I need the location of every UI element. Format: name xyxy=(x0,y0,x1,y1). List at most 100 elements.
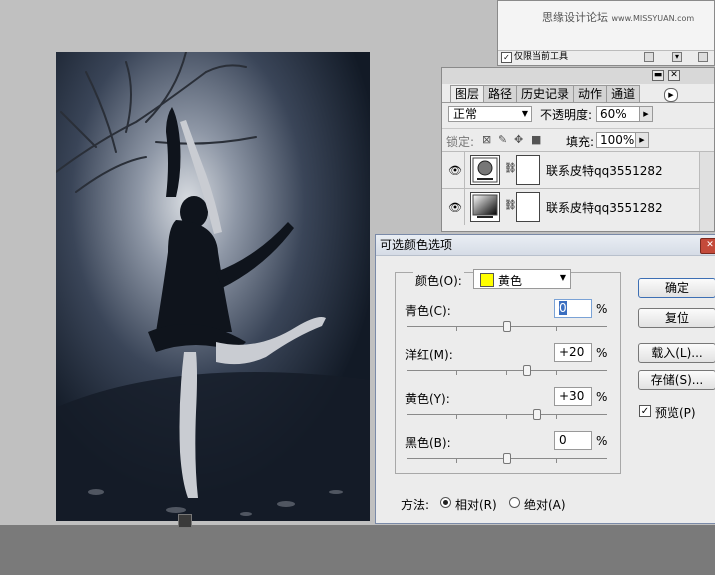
absolute-radio[interactable] xyxy=(509,497,520,508)
absolute-label: 绝对(A) xyxy=(524,498,566,512)
tabs-divider xyxy=(442,102,714,103)
slider-tick xyxy=(556,327,557,331)
black-label: 黑色(B): xyxy=(405,436,451,450)
slider-tick xyxy=(556,371,557,375)
chevron-down-icon: ▼ xyxy=(521,109,528,118)
opacity-slider-arrow-icon[interactable]: ▶ xyxy=(639,106,653,122)
percent-sign: % xyxy=(596,390,608,404)
current-tool-only-checkbox[interactable]: ✓ xyxy=(501,52,512,63)
chevron-down-icon: ▼ xyxy=(559,273,566,282)
lock-fill-row: 锁定: ⊠ ✎ ✥ ■ 填充: 100% ▶ xyxy=(442,128,714,151)
minimize-icon[interactable]: ▬ xyxy=(652,70,664,81)
blend-mode-value: 正常 xyxy=(453,107,478,121)
layer-mask-thumbnail[interactable] xyxy=(516,192,540,222)
yellow-input[interactable]: +30 xyxy=(554,387,592,406)
magenta-input[interactable]: +20 xyxy=(554,343,592,362)
fill-label: 填充: xyxy=(566,135,595,149)
link-chain-icon[interactable]: ⛓ xyxy=(504,163,517,174)
current-tool-only-label: 仅限当前工具 xyxy=(514,52,569,62)
black-slider-thumb[interactable] xyxy=(503,453,511,464)
panel-tabs: 图层 路径 历史记录 动作 通道 xyxy=(450,85,641,102)
lock-label: 锁定: xyxy=(446,135,475,149)
slider-tick xyxy=(456,327,457,331)
tab-history[interactable]: 历史记录 xyxy=(516,85,575,102)
visibility-eye-icon[interactable]: 👁 xyxy=(448,164,462,177)
slider-tick xyxy=(556,415,557,419)
fill-input[interactable]: 100% xyxy=(596,132,636,148)
opacity-input[interactable]: 60% xyxy=(596,106,640,122)
layers-panel: ▬ ✕ 图层 路径 历史记录 动作 通道 ▶ 正常 ▼ 不透明度: 60% ▶ … xyxy=(441,67,715,232)
yellow-slider-thumb[interactable] xyxy=(533,409,541,420)
link-chain-icon[interactable]: ⛓ xyxy=(504,200,517,211)
tab-actions[interactable]: 动作 xyxy=(573,85,608,102)
fill-slider-arrow-icon[interactable]: ▶ xyxy=(635,132,649,148)
watermark: 思缘设计论坛 www.MISSYUAN.com xyxy=(542,11,695,24)
colors-label: 颜色(O): xyxy=(413,272,464,289)
tab-layers[interactable]: 图层 xyxy=(450,85,485,102)
reset-button[interactable]: 复位 xyxy=(638,308,715,328)
panel-menu-icon[interactable] xyxy=(698,52,708,62)
workspace-bottom xyxy=(0,525,715,575)
lock-pixels-brush-icon[interactable]: ✎ xyxy=(498,134,509,145)
dancer-photo xyxy=(56,52,370,521)
close-icon[interactable]: ✕ xyxy=(700,238,715,254)
gradient-map-thumbnail xyxy=(470,192,500,222)
tab-channels[interactable]: 通道 xyxy=(606,85,641,102)
tool-presets-panel: 思缘设计论坛 www.MISSYUAN.com ✓ 仅限当前工具 ▾ xyxy=(497,0,715,66)
method-label: 方法: xyxy=(401,498,430,512)
load-button[interactable]: 载入(L)... xyxy=(638,343,715,363)
visibility-eye-icon[interactable]: 👁 xyxy=(448,201,462,214)
panel-menu-arrow-icon[interactable]: ▶ xyxy=(664,88,678,102)
document-canvas[interactable] xyxy=(56,52,370,521)
magenta-slider-track[interactable] xyxy=(407,370,607,371)
new-preset-icon[interactable] xyxy=(644,52,654,62)
opacity-label: 不透明度: xyxy=(540,108,593,122)
canvas-resize-grip[interactable] xyxy=(178,514,192,528)
slider-tick xyxy=(556,459,557,463)
yellow-slider-track[interactable] xyxy=(407,414,607,415)
percent-sign: % xyxy=(596,434,608,448)
levels-adjustment-thumbnail xyxy=(470,155,500,185)
lock-all-icon[interactable]: ■ xyxy=(531,134,542,145)
lock-position-move-icon[interactable]: ✥ xyxy=(514,134,525,145)
colors-select[interactable]: 黄色 ▼ xyxy=(473,269,571,289)
blend-mode-select[interactable]: 正常 ▼ xyxy=(448,106,532,122)
slider-tick xyxy=(456,371,457,375)
dialog-title[interactable]: 可选颜色选项 xyxy=(376,235,715,256)
layer-row[interactable]: 👁 ⛓ 联系皮特qq3551282 xyxy=(442,151,714,188)
layers-scrollbar[interactable] xyxy=(699,152,714,231)
relative-label: 相对(R) xyxy=(455,498,497,512)
eye-separator xyxy=(464,152,465,188)
layers-panel-titlebar[interactable]: ▬ ✕ xyxy=(442,68,714,84)
relative-radio[interactable] xyxy=(440,497,451,508)
lock-transparency-icon[interactable]: ⊠ xyxy=(482,134,493,145)
preview-checkbox[interactable]: ✓ xyxy=(639,405,651,417)
percent-sign: % xyxy=(596,346,608,360)
ok-button[interactable]: 确定 xyxy=(638,278,715,298)
black-input[interactable]: 0 xyxy=(554,431,592,450)
slider-tick xyxy=(456,459,457,463)
colors-select-value: 黄色 xyxy=(498,274,523,288)
blend-opacity-row: 正常 ▼ 不透明度: 60% ▶ xyxy=(442,104,714,124)
selective-color-dialog: 可选颜色选项 ✕ 颜色(O): 黄色 ▼ 青色(C): 0 % 洋红(M): +… xyxy=(375,234,715,524)
slider-tick xyxy=(506,415,507,419)
slider-tick xyxy=(456,415,457,419)
magenta-label: 洋红(M): xyxy=(405,348,453,362)
save-button[interactable]: 存储(S)... xyxy=(638,370,715,390)
eye-separator xyxy=(464,189,465,225)
layer-name: 联系皮特qq3551282 xyxy=(546,201,663,215)
cyan-slider-thumb[interactable] xyxy=(503,321,511,332)
percent-sign: % xyxy=(596,302,608,316)
magenta-slider-thumb[interactable] xyxy=(523,365,531,376)
layer-mask-thumbnail[interactable] xyxy=(516,155,540,185)
delete-preset-icon[interactable]: ▾ xyxy=(672,52,682,62)
cyan-label: 青色(C): xyxy=(405,304,451,318)
cyan-value: 0 xyxy=(559,301,567,315)
cyan-input[interactable]: 0 xyxy=(554,299,592,318)
tab-paths[interactable]: 路径 xyxy=(483,85,518,102)
close-icon[interactable]: ✕ xyxy=(668,70,680,81)
yellow-label: 黄色(Y): xyxy=(405,392,450,406)
preview-label: 预览(P) xyxy=(655,406,696,420)
yellow-swatch xyxy=(480,273,494,287)
layer-row[interactable]: 👁 ⛓ 联系皮特qq3551282 xyxy=(442,188,714,225)
